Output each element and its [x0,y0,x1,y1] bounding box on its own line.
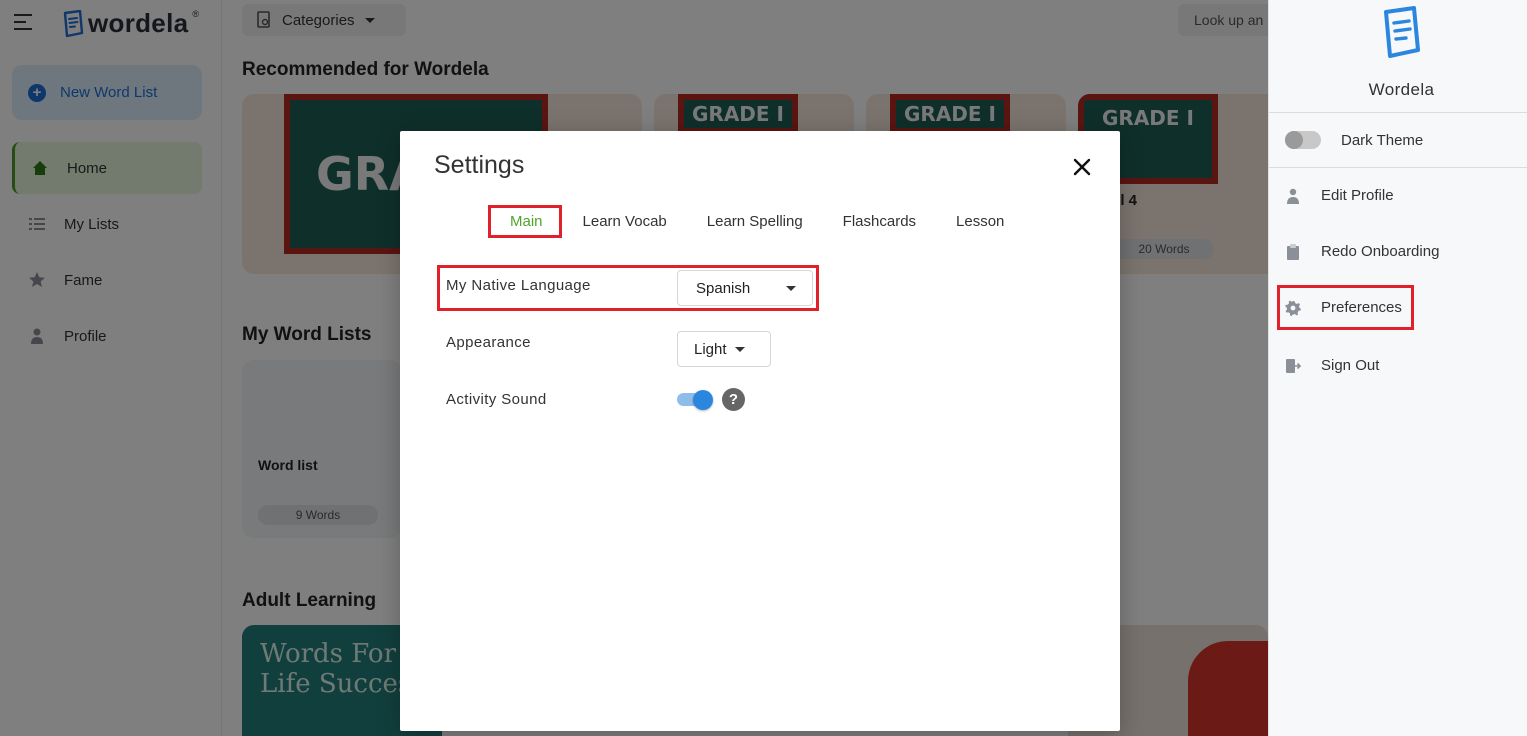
wordela-logo-icon [1384,6,1420,58]
menu-item-label: Redo Onboarding [1321,243,1440,260]
tab-flashcards[interactable]: Flashcards [823,207,936,236]
menu-item-edit-profile[interactable]: Edit Profile [1285,187,1394,204]
sign-out-icon [1285,358,1301,374]
tab-lesson[interactable]: Lesson [936,207,1024,236]
appearance-select[interactable]: Light [677,331,771,367]
divider [1269,112,1527,113]
native-language-highlight-box [437,265,819,311]
profile-menu-panel: Wordela Dark Theme Edit Profile Redo Onb… [1268,0,1527,736]
settings-modal: Settings Main Learn Vocab Learn Spelling… [400,131,1120,731]
appearance-label: Appearance [446,334,531,351]
main-tab-highlight-box [488,205,562,238]
menu-item-label: Sign Out [1321,357,1380,374]
chevron-down-icon [734,346,745,352]
dark-theme-toggle[interactable] [1285,131,1321,149]
activity-sound-label: Activity Sound [446,391,547,408]
help-icon[interactable]: ? [722,388,745,411]
toggle-knob [693,390,713,410]
dark-theme-label: Dark Theme [1341,131,1424,149]
menu-item-redo-onboarding[interactable]: Redo Onboarding [1285,243,1439,260]
settings-tabs: Main Learn Vocab Learn Spelling Flashcar… [490,205,1024,237]
close-icon [1073,158,1091,176]
profile-name: Wordela [1368,80,1435,99]
close-button[interactable] [1072,157,1092,177]
menu-item-sign-out[interactable]: Sign Out [1285,357,1379,374]
user-icon [1285,188,1301,204]
preferences-highlight-box [1277,285,1414,330]
clipboard-icon [1285,243,1301,260]
modal-title: Settings [434,151,525,179]
tab-learn-spelling[interactable]: Learn Spelling [687,207,823,236]
dark-theme-toggle-row[interactable]: Dark Theme [1285,131,1423,149]
appearance-value: Light [694,340,727,358]
tab-learn-vocab[interactable]: Learn Vocab [563,207,687,236]
activity-sound-toggle[interactable] [677,390,713,410]
menu-item-label: Edit Profile [1321,187,1394,204]
divider [1269,167,1527,168]
